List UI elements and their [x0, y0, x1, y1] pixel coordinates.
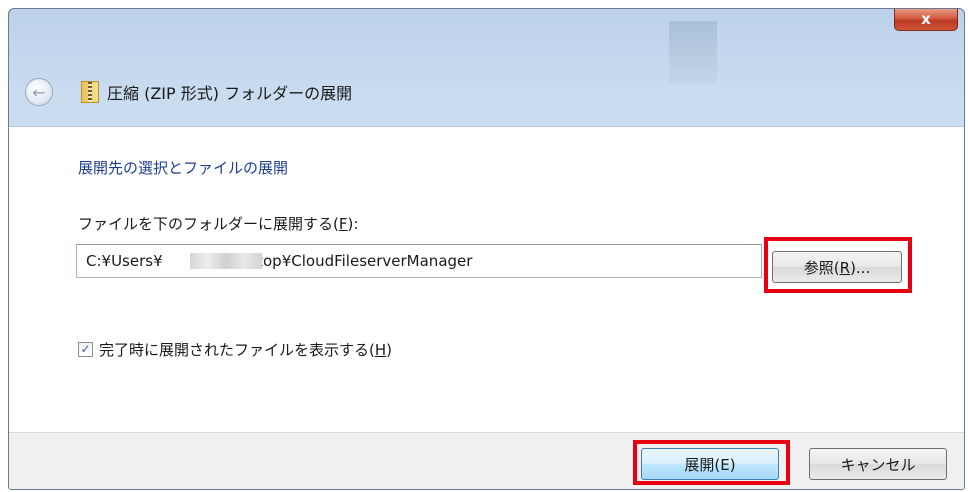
back-arrow-icon[interactable]: ← — [25, 78, 53, 106]
destination-path-input[interactable] — [76, 244, 762, 278]
zip-folder-icon — [81, 81, 99, 103]
close-button[interactable]: x — [894, 9, 958, 31]
dialog-content: 展開先の選択とファイルの展開 ファイルを下のフォルダーに展開する(F): 参照(… — [9, 126, 964, 432]
destination-label-suffix: ): — [347, 215, 359, 233]
dialog-title: 圧縮 (ZIP 形式) フォルダーの展開 — [107, 84, 353, 103]
extract-highlight-box — [633, 440, 790, 485]
destination-label: ファイルを下のフォルダーに展開する(F): — [78, 213, 358, 234]
destination-label-text: ファイルを下のフォルダーに展開する( — [78, 215, 339, 233]
section-heading: 展開先の選択とファイルの展開 — [78, 159, 289, 177]
blurred-username — [190, 253, 262, 269]
show-files-accesskey: H — [374, 341, 387, 359]
cancel-button[interactable]: キャンセル — [809, 448, 947, 480]
show-files-label[interactable]: 完了時に展開されたファイルを表示する(H) — [99, 339, 392, 360]
show-files-checkbox[interactable]: ✓ — [78, 342, 93, 357]
wizard-header: ← 圧縮 (ZIP 形式) フォルダーの展開 — [9, 67, 964, 117]
show-files-label-text: 完了時に展開されたファイルを表示する( — [99, 341, 375, 359]
browse-highlight-box — [764, 237, 912, 293]
show-files-label-suffix: ) — [386, 341, 392, 359]
extract-zip-dialog: x ← 圧縮 (ZIP 形式) フォルダーの展開 展開先の選択とファイルの展開 … — [8, 8, 965, 490]
destination-label-accesskey: F — [338, 215, 348, 233]
title-bar: x — [9, 9, 964, 83]
dialog-footer: 展開(E) キャンセル — [9, 432, 964, 489]
